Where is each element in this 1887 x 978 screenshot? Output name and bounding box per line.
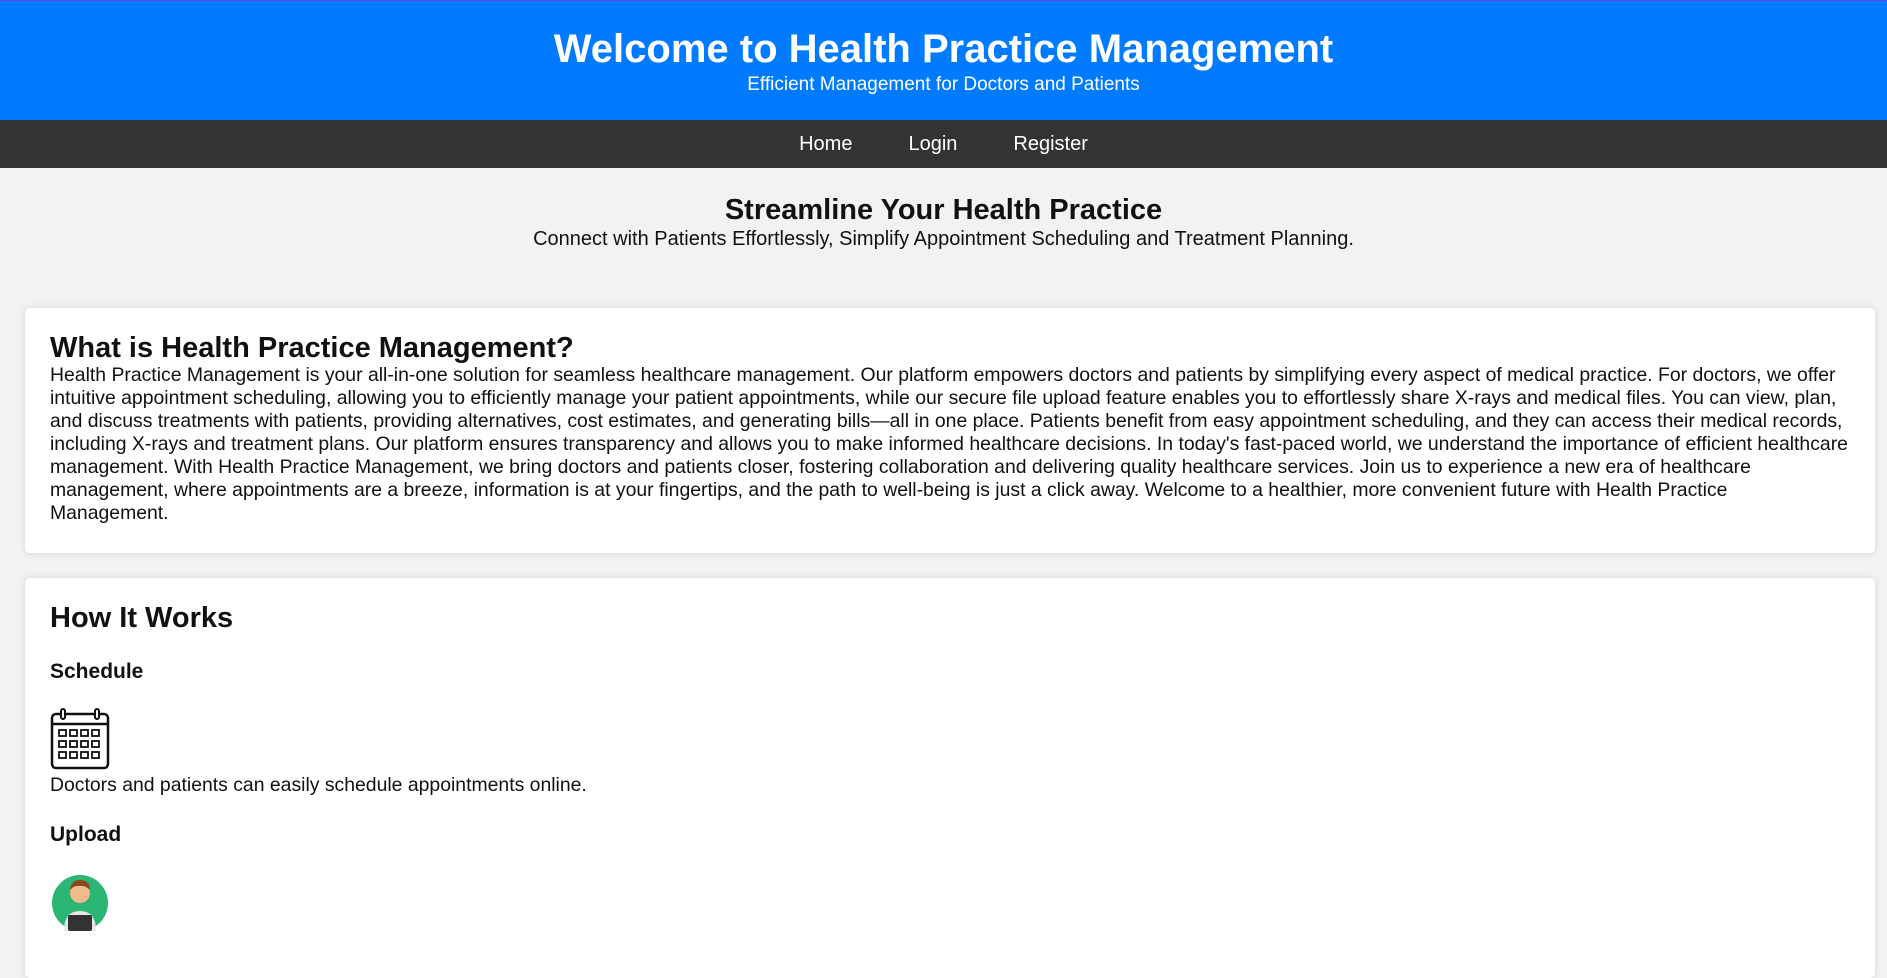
nav-home-link[interactable]: Home xyxy=(799,133,852,156)
site-header: Welcome to Health Practice Management Ef… xyxy=(0,1,1887,120)
site-subtitle: Efficient Management for Doctors and Pat… xyxy=(747,74,1140,95)
hero-title: Streamline Your Health Practice xyxy=(724,194,1163,226)
doctor-laptop-icon xyxy=(50,871,110,931)
about-card: What is Health Practice Management? Heal… xyxy=(25,308,1875,553)
step-schedule-text: Doctors and patients can easily schedule… xyxy=(50,774,587,796)
about-body: Health Practice Management is your all-i… xyxy=(50,364,1848,524)
nav-register-link[interactable]: Register xyxy=(1013,133,1087,156)
how-it-works-card: How It Works Schedule Doctors and patien… xyxy=(25,578,1875,978)
site-title: Welcome to Health Practice Management xyxy=(553,27,1334,71)
nav-login-link[interactable]: Login xyxy=(908,133,957,156)
step-upload-title: Upload xyxy=(50,823,122,846)
hero-section: Streamline Your Health Practice Connect … xyxy=(0,168,1887,278)
how-it-works-title: How It Works xyxy=(50,602,234,634)
hero-tagline: Connect with Patients Effortlessly, Simp… xyxy=(533,228,1354,250)
step-schedule-title: Schedule xyxy=(50,660,144,683)
step-upload: Upload xyxy=(50,823,1850,931)
main-nav: Home Login Register xyxy=(0,120,1887,168)
calendar-icon xyxy=(50,708,110,770)
about-title: What is Health Practice Management? xyxy=(50,332,574,364)
step-schedule: Schedule Doctors and patients can easily… xyxy=(50,660,1850,797)
